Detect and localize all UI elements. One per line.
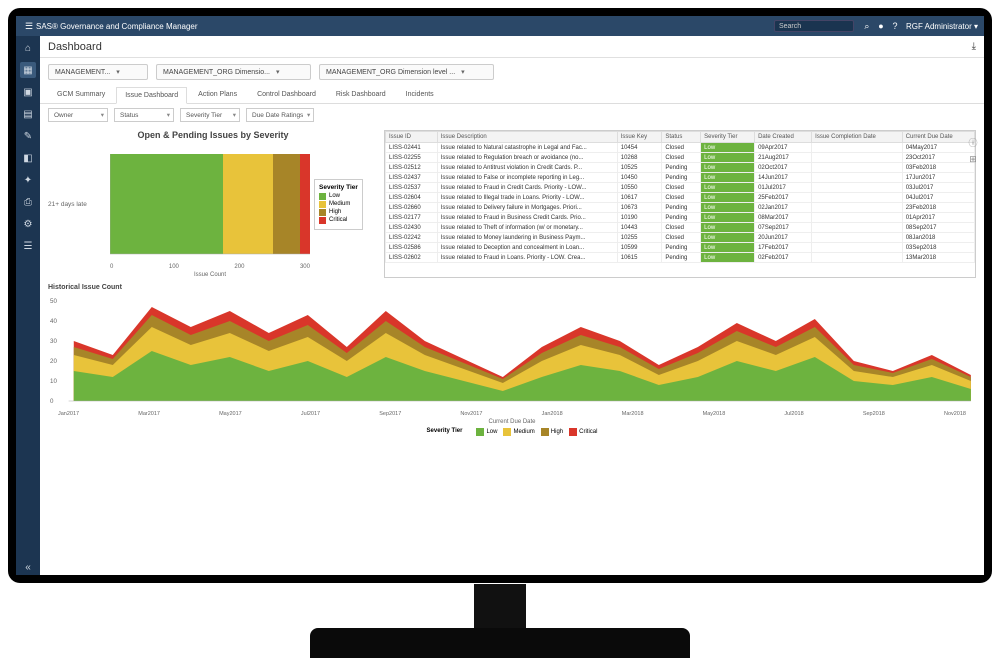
filter-org-dimension-level[interactable]: MANAGEMENT_ORG Dimension level ... (319, 64, 494, 80)
chart-y-label: 21+ days late (48, 144, 110, 264)
table-row[interactable]: LISS-02437Issue related to False or inco… (386, 173, 975, 183)
nav-item-icon[interactable]: ☰ (20, 238, 36, 254)
severity-bar-chart (110, 144, 310, 264)
table-row[interactable]: LISS-02512Issue related to Antitrust vio… (386, 163, 975, 173)
table-row[interactable]: LISS-02255Issue related to Regulation br… (386, 153, 975, 163)
column-header[interactable]: Issue Completion Date (812, 132, 903, 143)
settings-icon[interactable]: ⊞ (966, 154, 980, 168)
nav-item-icon[interactable]: ▣ (20, 84, 36, 100)
nav-item-icon[interactable]: ▤ (20, 106, 36, 122)
svg-text:10: 10 (50, 378, 57, 385)
nav-item-icon[interactable]: ✦ (20, 172, 36, 188)
subfilter-status[interactable]: Status (114, 108, 174, 122)
subfilter-owner[interactable]: Owner (48, 108, 108, 122)
nav-dashboard-icon[interactable]: ▦ (20, 62, 36, 78)
app-header: ☰ SAS® Governance and Compliance Manager… (16, 16, 984, 36)
notification-icon[interactable]: ● (874, 21, 888, 31)
export-icon[interactable]: ⤓ (972, 41, 976, 52)
chart-title: Open & Pending Issues by Severity (48, 130, 378, 140)
column-header[interactable]: Status (662, 132, 701, 143)
table-row[interactable]: LISS-02660Issue related to Delivery fail… (386, 203, 975, 213)
column-header[interactable]: Issue ID (386, 132, 438, 143)
side-nav: ⌂ ▦ ▣ ▤ ✎ ◧ ✦ ⎙ ⚙ ☰ « (16, 36, 40, 575)
info-icon[interactable]: ⓘ (966, 136, 980, 150)
table-row[interactable]: LISS-02177Issue related to Fraud in Busi… (386, 213, 975, 223)
column-header[interactable]: Issue Description (437, 132, 617, 143)
table-row[interactable]: LISS-02242Issue related to Money launder… (386, 233, 975, 243)
issues-table[interactable]: Issue IDIssue DescriptionIssue KeyStatus… (385, 131, 975, 263)
app-title: SAS® Governance and Compliance Manager (36, 22, 774, 31)
user-menu[interactable]: RGF Administrator ▾ (906, 22, 978, 31)
nav-item-icon[interactable]: ⎙ (20, 194, 36, 210)
tab-risk-dashboard[interactable]: Risk Dashboard (327, 86, 395, 103)
page-title: Dashboard (48, 41, 102, 53)
historical-area-chart: 50 40 30 20 10 0 (48, 291, 976, 411)
column-header[interactable]: Date Created (755, 132, 812, 143)
svg-text:0: 0 (50, 398, 54, 405)
table-row[interactable]: LISS-02604Issue related to Illegal trade… (386, 193, 975, 203)
tab-control-dashboard[interactable]: Control Dashboard (248, 86, 325, 103)
menu-icon[interactable]: ☰ (22, 21, 36, 32)
help-icon[interactable]: ? (888, 21, 902, 31)
chart-title: Historical Issue Count (48, 284, 976, 291)
chart-x-label: Current Due Date (48, 419, 976, 425)
subfilter-due-date-ratings[interactable]: Due Date Ratings (246, 108, 314, 122)
tab-issue-dashboard[interactable]: Issue Dashboard (116, 87, 187, 104)
table-row[interactable]: LISS-02586Issue related to Deception and… (386, 243, 975, 253)
table-row[interactable]: LISS-02537Issue related to Fraud in Cred… (386, 183, 975, 193)
severity-chart-panel: Open & Pending Issues by Severity 21+ da… (48, 130, 378, 278)
filter-management[interactable]: MANAGEMENT... (48, 64, 148, 80)
nav-collapse-icon[interactable]: « (20, 559, 36, 575)
chart-x-label: Issue Count (110, 272, 310, 278)
table-row[interactable]: LISS-02602Issue related to Fraud in Loan… (386, 253, 975, 263)
filter-org-dimension[interactable]: MANAGEMENT_ORG Dimensio... (156, 64, 311, 80)
nav-home-icon[interactable]: ⌂ (20, 40, 36, 56)
column-header[interactable]: Issue Key (617, 132, 662, 143)
historical-chart-panel: Historical Issue Count 50403020100 Jan20… (40, 282, 984, 442)
svg-text:40: 40 (50, 318, 57, 325)
column-header[interactable]: Severity Tier (701, 132, 755, 143)
nav-item-icon[interactable]: ◧ (20, 150, 36, 166)
svg-text:50: 50 (50, 298, 57, 305)
svg-text:20: 20 (50, 358, 57, 365)
tab-incidents[interactable]: Incidents (397, 86, 443, 103)
table-row[interactable]: LISS-02430Issue related to Theft of info… (386, 223, 975, 233)
page-header: Dashboard ⤓ (40, 36, 984, 58)
issues-table-panel: Issue IDIssue DescriptionIssue KeyStatus… (384, 130, 976, 278)
nav-item-icon[interactable]: ✎ (20, 128, 36, 144)
severity-legend: Severity Tier LowMediumHighCritical (314, 179, 363, 230)
column-header[interactable]: Current Due Date (902, 132, 974, 143)
tab-gcm-summary[interactable]: GCM Summary (48, 86, 114, 103)
tab-action-plans[interactable]: Action Plans (189, 86, 246, 103)
search-input[interactable]: Search (774, 20, 854, 32)
subfilter-severity-tier[interactable]: Severity Tier (180, 108, 240, 122)
search-icon[interactable]: ⌕ (860, 21, 874, 32)
svg-text:30: 30 (50, 338, 57, 345)
nav-item-icon[interactable]: ⚙ (20, 216, 36, 232)
table-row[interactable]: LISS-02441Issue related to Natural catas… (386, 143, 975, 153)
